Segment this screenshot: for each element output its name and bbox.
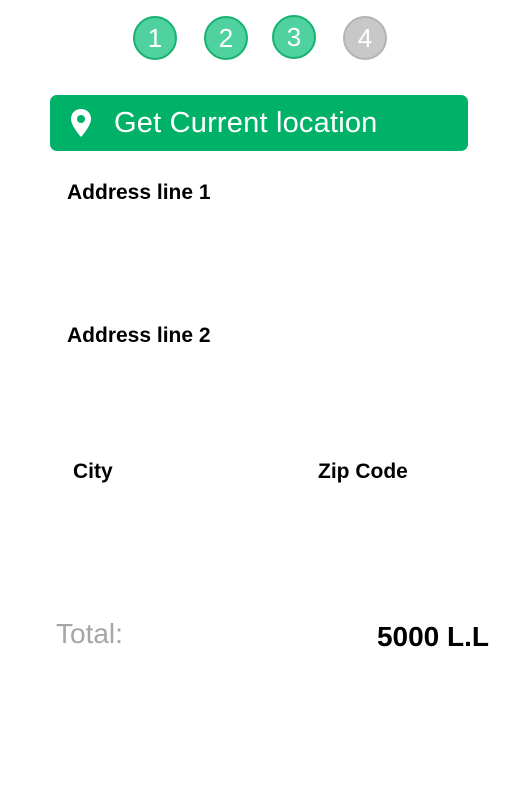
step-1-label: 1	[147, 23, 163, 53]
step-indicator: 1 2 3 4	[0, 0, 531, 80]
zip-code-label: Zip Code	[318, 460, 408, 483]
city-label: City	[73, 460, 113, 483]
address-line-2-input[interactable]	[67, 355, 467, 415]
city-input[interactable]	[73, 492, 273, 552]
address-line-1-input[interactable]	[67, 212, 467, 272]
zip-code-input[interactable]	[318, 492, 478, 552]
map-pin-icon	[70, 108, 92, 138]
address-line-1-label: Address line 1	[67, 181, 211, 204]
step-3: 3	[272, 15, 316, 59]
step-4: 4	[343, 16, 387, 60]
step-2: 2	[204, 16, 248, 60]
address-line-2-label: Address line 2	[67, 324, 211, 347]
step-2-label: 2	[218, 23, 234, 53]
step-1: 1	[133, 16, 177, 60]
step-4-label: 4	[357, 23, 373, 53]
get-current-location-label: Get Current location	[114, 106, 378, 139]
get-current-location-button[interactable]: Get Current location	[50, 95, 468, 151]
total-value: 5000 L.L	[376, 621, 489, 652]
step-3-label: 3	[286, 22, 302, 52]
total-label: Total:	[56, 618, 123, 649]
